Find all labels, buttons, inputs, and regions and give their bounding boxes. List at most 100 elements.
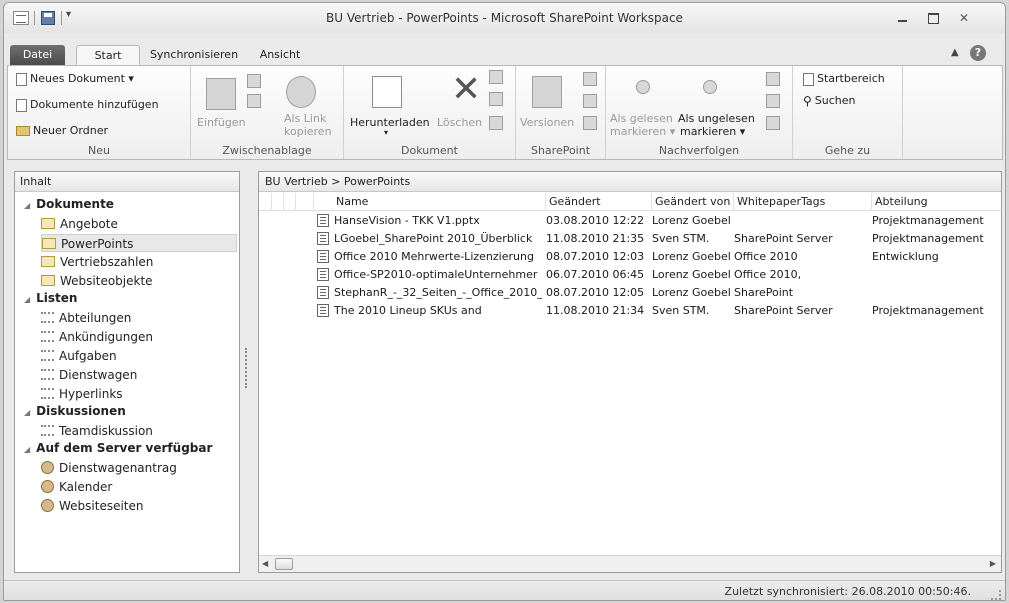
content-area: Inhalt ◢ Dokumente Angebote PowerPoints V… [8, 163, 1003, 579]
cut-icon[interactable] [247, 74, 261, 88]
als-link-label: Als Link [284, 112, 327, 125]
nav-item-teamdiskussion[interactable]: Teamdiskussion [41, 422, 237, 440]
properties-icon[interactable] [489, 116, 503, 130]
tab-datei[interactable]: Datei [10, 45, 65, 66]
herunterladen-button[interactable]: Herunterladen [350, 116, 430, 129]
column-header-abteilung[interactable]: Abteilung [871, 193, 1003, 211]
scroll-right-icon[interactable]: ▶ [990, 559, 996, 568]
cell-geaendert-von: Lorenz Goebel [652, 214, 731, 227]
nav-item-label: Websiteobjekte [60, 274, 153, 288]
horizontal-scrollbar[interactable]: ◀ ▶ [259, 555, 1001, 572]
nav-item-powerpoints[interactable]: PowerPoints [41, 234, 237, 252]
nav-item-label: Vertriebszahlen [60, 255, 154, 269]
column-header-geaendert[interactable]: Geändert [545, 193, 651, 211]
als-link-kopieren-button[interactable]: Als Link [284, 112, 326, 125]
scroll-thumb[interactable] [275, 558, 293, 570]
breadcrumb: BU Vertrieb > PowerPoints [259, 172, 1001, 192]
checkout-icon[interactable] [489, 92, 503, 106]
tab-synchronisieren[interactable]: Synchronisieren [144, 45, 244, 66]
alert-icon[interactable] [766, 72, 780, 86]
nav-item-ankuendigungen[interactable]: Ankündigungen [41, 328, 237, 346]
list-icon [41, 312, 54, 323]
nav-header: Inhalt [15, 172, 239, 192]
collapse-triangle-icon[interactable]: ◢ [24, 408, 30, 417]
sp-option-3-icon[interactable] [583, 116, 597, 130]
column-header-type[interactable] [283, 193, 295, 211]
cell-geaendert-von: Lorenz Goebel [652, 268, 731, 281]
maximize-button[interactable] [922, 10, 944, 26]
herunterladen-dropdown-icon[interactable]: ▾ [384, 128, 388, 137]
copy-icon[interactable] [247, 94, 261, 108]
paste-icon [206, 78, 236, 110]
nav-item-kalender[interactable]: Kalender [41, 478, 237, 496]
als-gelesen-button[interactable]: Als gelesen [610, 112, 673, 125]
nav-item-websiteobjekte[interactable]: Websiteobjekte [41, 272, 237, 290]
flag-down-icon[interactable] [766, 116, 780, 130]
nav-item-label: Teamdiskussion [59, 424, 153, 438]
nav-item-aufgaben[interactable]: Aufgaben [41, 347, 237, 365]
sp-option-2-icon[interactable] [583, 94, 597, 108]
neuer-ordner-button[interactable]: Neuer Ordner [16, 124, 108, 137]
pptx-file-icon [317, 214, 329, 227]
tab-ansicht[interactable]: Ansicht [254, 45, 306, 66]
group-label-neu: Neu [88, 144, 110, 157]
table-row[interactable]: HanseVision - TKK V1.pptx 03.08.2010 12:… [259, 212, 1003, 230]
flag-up-icon[interactable] [766, 94, 780, 108]
sp-option-1-icon[interactable] [583, 72, 597, 86]
table-row[interactable]: LGoebel_SharePoint 2010_Überblick 11.08.… [259, 230, 1003, 248]
section-title: Dokumente [36, 197, 114, 211]
cell-geaendert: 08.07.2010 12:05 [546, 286, 645, 299]
nav-item-websiteseiten[interactable]: Websiteseiten [41, 497, 237, 515]
startbereich-button[interactable]: Startbereich [803, 72, 885, 86]
table-row[interactable]: StephanR_-_32_Seiten_-_Office_2010_ 08.0… [259, 284, 1003, 302]
collapse-triangle-icon[interactable]: ◢ [24, 201, 30, 210]
cell-geaendert: 06.07.2010 06:45 [546, 268, 645, 281]
group-label-zwischenablage: Zwischenablage [222, 144, 312, 157]
nav-item-dienstwagen[interactable]: Dienstwagen [41, 366, 237, 384]
column-header-flag[interactable] [295, 193, 313, 211]
nav-item-angebote[interactable]: Angebote [41, 215, 237, 233]
column-header-whitepapertags[interactable]: WhitepaperTags [733, 193, 871, 211]
neues-dokument-button[interactable]: Neues Dokument ▾ [16, 72, 134, 86]
table-row[interactable]: Office 2010 Mehrwerte-Lizenzierung 08.07… [259, 248, 1003, 266]
nav-item-vertriebszahlen[interactable]: Vertriebszahlen [41, 253, 237, 271]
list-icon [41, 331, 54, 342]
group-label-nachverfolgen: Nachverfolgen [658, 144, 740, 157]
nav-section-diskussionen[interactable]: ◢ Diskussionen [24, 404, 126, 418]
column-header-icon[interactable] [259, 193, 271, 211]
group-sharepoint: Versionen SharePoint [516, 66, 606, 159]
einfuegen-button[interactable]: Einfügen [197, 116, 246, 129]
suchen-button[interactable]: ⚲ Suchen [803, 94, 856, 108]
startbereich-label: Startbereich [817, 72, 885, 85]
table-row[interactable]: The 2010 Lineup SKUs and 11.08.2010 21:3… [259, 302, 1003, 320]
column-header-name[interactable]: Name [313, 193, 545, 211]
edit-icon[interactable] [489, 70, 503, 84]
cell-geaendert: 08.07.2010 12:03 [546, 250, 645, 263]
nav-item-abteilungen[interactable]: Abteilungen [41, 309, 237, 327]
collapse-triangle-icon[interactable]: ◢ [24, 295, 30, 304]
nav-item-hyperlinks[interactable]: Hyperlinks [41, 385, 237, 403]
collapse-ribbon-icon[interactable]: ▲ [951, 47, 959, 58]
table-row[interactable]: Office-SP2010-optimaleUnternehmer 06.07.… [259, 266, 1003, 284]
scroll-left-icon[interactable]: ◀ [262, 559, 268, 568]
nav-section-dokumente[interactable]: ◢ Dokumente [24, 197, 114, 211]
markieren-label: markieren [610, 125, 667, 138]
column-header-geaendert-von[interactable]: Geändert von [651, 193, 733, 211]
dokumente-hinzufuegen-button[interactable]: Dokumente hinzufügen [16, 98, 159, 112]
nav-section-listen[interactable]: ◢ Listen [24, 291, 77, 305]
tab-start[interactable]: Start [76, 45, 140, 66]
loeschen-button[interactable]: Löschen [437, 116, 482, 129]
als-ungelesen-button[interactable]: Als ungelesen [678, 112, 755, 125]
versionen-button[interactable]: Versionen [520, 116, 574, 129]
minimize-button[interactable] [892, 10, 914, 26]
help-icon[interactable]: ? [970, 45, 986, 61]
collapse-triangle-icon[interactable]: ◢ [24, 445, 30, 454]
pane-splitter[interactable] [245, 348, 251, 388]
nav-item-label: Dienstwagen [59, 368, 138, 382]
close-button[interactable]: ✕ [953, 10, 975, 26]
column-header-status[interactable] [271, 193, 283, 211]
resize-grip-icon[interactable] [991, 590, 1001, 600]
nav-item-dienstwagenantrag[interactable]: Dienstwagenantrag [41, 459, 237, 477]
cell-name: LGoebel_SharePoint 2010_Überblick [334, 232, 533, 245]
nav-section-server[interactable]: ◢ Auf dem Server verfügbar [24, 441, 212, 455]
